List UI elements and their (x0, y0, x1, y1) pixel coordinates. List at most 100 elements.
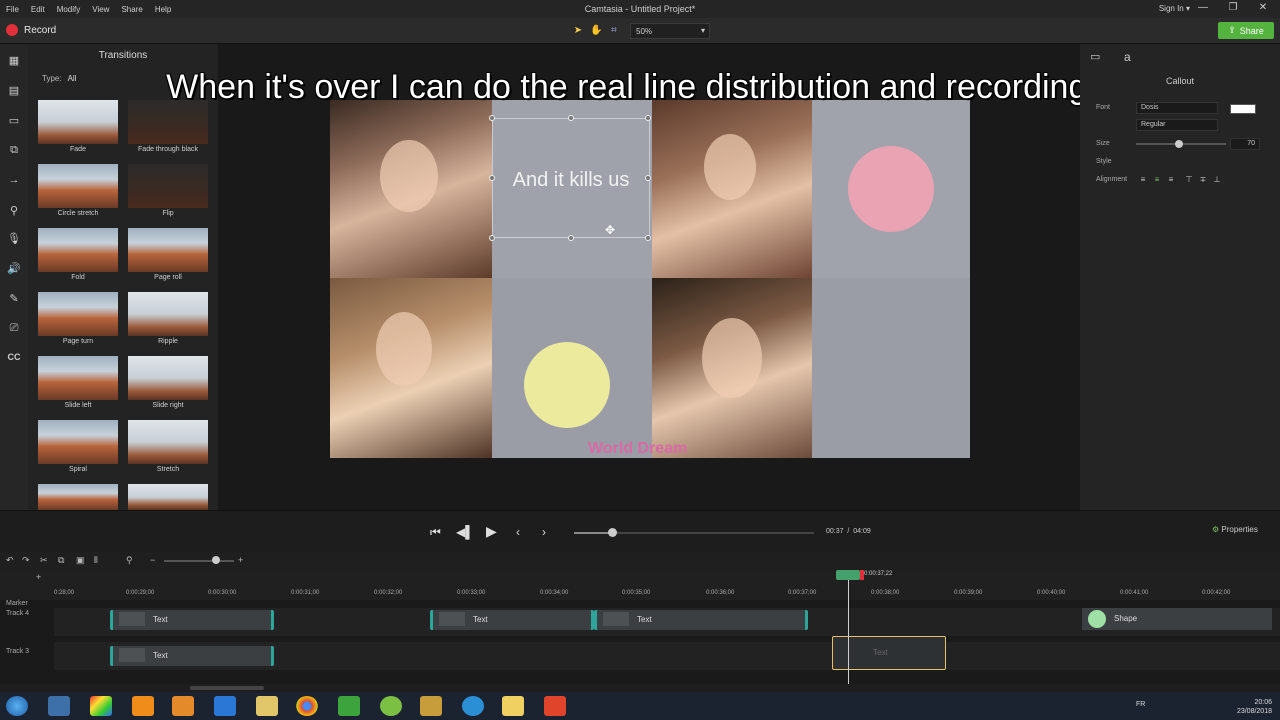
photo-bottom-center[interactable] (652, 278, 812, 458)
text-properties-tab-icon[interactable]: a (1124, 50, 1131, 64)
font-select[interactable]: Dosis (1136, 102, 1218, 114)
resize-handle[interactable] (489, 235, 495, 241)
taskbar-app-icon[interactable] (90, 696, 112, 716)
step-back-icon[interactable]: ⏮ (430, 525, 441, 540)
transition-fade[interactable]: Fade (38, 100, 118, 153)
paste-icon[interactable]: ▣ (76, 555, 85, 566)
taskbar-app-icon[interactable] (420, 696, 442, 716)
align-top-icon[interactable]: ⊤ (1184, 175, 1194, 185)
track-4-label[interactable]: Track 4 (6, 610, 29, 617)
shape-clip[interactable]: Shape (1082, 608, 1272, 630)
taskbar-app-icon[interactable] (214, 696, 236, 716)
select-tool-icon[interactable]: ➤ (572, 25, 584, 37)
crop-tool-icon[interactable]: ⌗ (608, 25, 620, 37)
transition-more-2[interactable] (128, 484, 208, 510)
transition-page-roll[interactable]: Page roll (128, 228, 208, 281)
vlc-icon[interactable] (132, 696, 154, 716)
canvas[interactable] (330, 100, 970, 458)
resize-handle[interactable] (489, 115, 495, 121)
add-track-icon[interactable]: + (36, 572, 41, 582)
text-clip[interactable]: Text (430, 610, 594, 630)
play-icon[interactable]: ▶ (486, 523, 497, 540)
align-right-icon[interactable]: ≡ (1166, 175, 1176, 185)
menu-edit[interactable]: Edit (25, 5, 51, 14)
menu-modify[interactable]: Modify (51, 5, 87, 14)
frame-back-icon[interactable]: ◀▌ (456, 525, 474, 539)
timeline-ruler[interactable]: 0:00:37;22 0:28;00 0:00:29;00 0:00:30;00… (0, 570, 1280, 600)
taskbar-app-icon[interactable] (380, 696, 402, 716)
language-indicator[interactable]: FR (1136, 701, 1145, 708)
transition-fold[interactable]: Fold (38, 228, 118, 281)
marker-label[interactable]: Marker (6, 600, 28, 607)
media-icon[interactable]: ▦ (6, 54, 22, 68)
transition-more[interactable] (38, 484, 118, 510)
camtasia-icon[interactable] (544, 696, 566, 716)
scrub-knob[interactable] (608, 528, 617, 537)
align-left-icon[interactable]: ≡ (1138, 175, 1148, 185)
transition-slide-right[interactable]: Slide right (128, 356, 208, 409)
resize-handle[interactable] (489, 175, 495, 181)
transition-circle-stretch[interactable]: Circle stretch (38, 164, 118, 217)
menu-view[interactable]: View (86, 5, 115, 14)
taskbar-app-icon[interactable] (48, 696, 70, 716)
next-icon[interactable]: › (542, 525, 546, 539)
track-3[interactable]: Text Text (54, 636, 1280, 670)
selected-text-clip[interactable]: Text (832, 636, 946, 670)
audio-effects-icon[interactable]: 🔊 (6, 262, 22, 276)
playhead-line[interactable] (848, 580, 849, 684)
timeline-scrollbar[interactable] (190, 686, 264, 690)
pink-circle[interactable] (848, 146, 934, 232)
zoom-in-icon[interactable]: + (238, 555, 243, 565)
resize-handle[interactable] (645, 175, 651, 181)
properties-button[interactable]: ⚙ Properties (1212, 525, 1258, 534)
resize-handle[interactable] (568, 115, 574, 121)
interactivity-icon[interactable]: ⎚ (6, 322, 22, 336)
redo-icon[interactable]: ↷ (22, 555, 30, 566)
cut-icon[interactable]: ✂ (40, 555, 48, 566)
previous-icon[interactable]: ‹ (516, 525, 520, 539)
taskbar-app-icon[interactable] (502, 696, 524, 716)
share-button[interactable]: ⇪ Share (1218, 22, 1274, 39)
photo-top-right[interactable] (652, 100, 812, 278)
voice-narration-icon[interactable]: 🎙 (6, 232, 22, 246)
resize-handle[interactable] (645, 235, 651, 241)
maximize-button[interactable]: ❐ (1218, 2, 1248, 13)
size-slider-knob[interactable] (1175, 140, 1183, 148)
annotations-icon[interactable]: ▭ (6, 114, 22, 128)
yellow-circle[interactable] (524, 342, 610, 428)
resize-handle[interactable] (568, 235, 574, 241)
record-button[interactable]: Record (6, 24, 56, 36)
chrome-icon[interactable] (296, 696, 318, 716)
text-clip[interactable]: Text (594, 610, 808, 630)
close-button[interactable]: ✕ (1248, 2, 1278, 13)
callout-text[interactable]: And it kills us (493, 169, 649, 192)
animations-icon[interactable]: ⚲ (6, 204, 22, 218)
visual-properties-tab-icon[interactable]: ▭ (1090, 50, 1100, 63)
transitions-icon[interactable]: ⧉ (6, 144, 22, 158)
start-button[interactable] (6, 696, 28, 716)
undo-icon[interactable]: ↶ (6, 555, 14, 566)
transition-spiral[interactable]: Spiral (38, 420, 118, 473)
text-color-swatch[interactable] (1230, 104, 1256, 114)
align-bottom-icon[interactable]: ⊥ (1212, 175, 1222, 185)
menu-file[interactable]: File (0, 5, 25, 14)
align-middle-icon[interactable]: ∓ (1198, 175, 1208, 185)
copy-icon[interactable]: ⧉ (58, 555, 64, 566)
photo-bottom-left[interactable] (330, 278, 492, 458)
visual-effects-icon[interactable]: ✎ (6, 292, 22, 306)
text-clip[interactable]: Text (110, 610, 274, 630)
callout-selection[interactable]: And it kills us ✥ (489, 115, 651, 241)
pan-tool-icon[interactable]: ✋ (590, 25, 602, 37)
sign-in-button[interactable]: Sign In ▾ (1159, 4, 1190, 13)
menu-share[interactable]: Share (115, 5, 148, 14)
weight-select[interactable]: Regular (1136, 119, 1218, 131)
taskbar-app-icon[interactable] (172, 696, 194, 716)
transition-flip[interactable]: Flip (128, 164, 208, 217)
taskbar-app-icon[interactable] (462, 696, 484, 716)
transition-slide-left[interactable]: Slide left (38, 356, 118, 409)
minimize-button[interactable]: — (1188, 2, 1218, 13)
behaviors-icon[interactable]: → (6, 174, 22, 188)
split-icon[interactable]: ⫴ (94, 555, 98, 566)
transition-fade-through-black[interactable]: Fade through black (128, 100, 208, 153)
zoom-out-icon[interactable]: − (150, 555, 155, 565)
